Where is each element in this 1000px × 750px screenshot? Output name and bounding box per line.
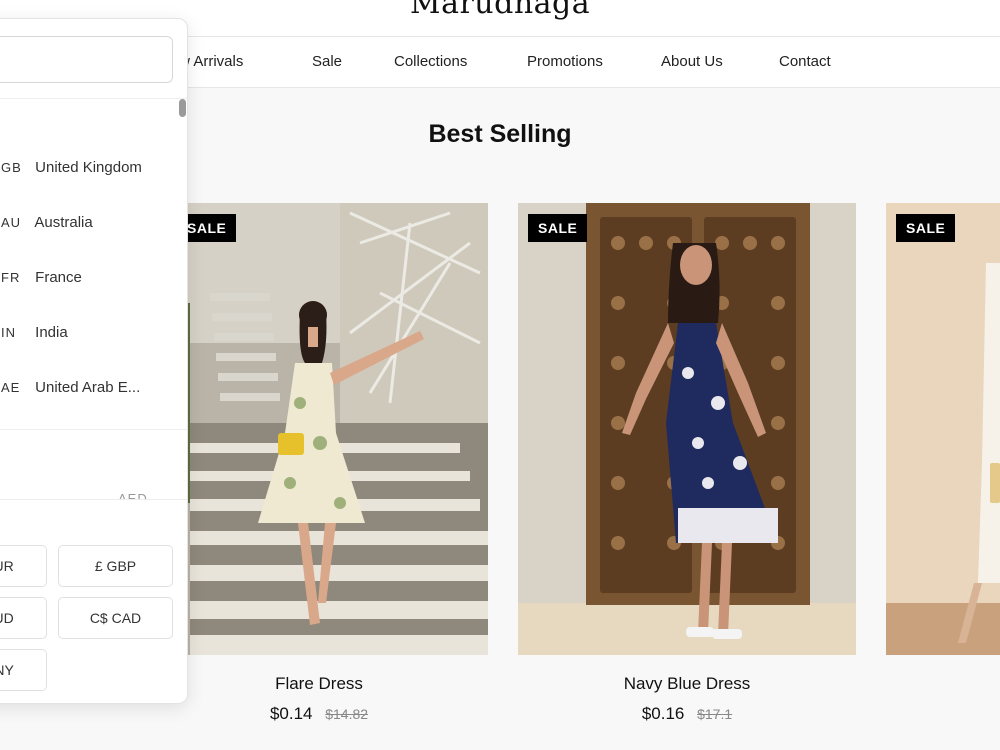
product-name[interactable]: Flare Dress bbox=[150, 674, 488, 694]
country-option-in[interactable]: IN India bbox=[1, 324, 68, 346]
currency-option-cny[interactable]: CNY bbox=[0, 649, 47, 691]
country-code: AE bbox=[1, 380, 21, 395]
country-option-fr[interactable]: FR France bbox=[1, 269, 82, 291]
currency-option-cad[interactable]: C$ CAD bbox=[58, 597, 173, 639]
product-image[interactable] bbox=[886, 203, 1000, 655]
sale-badge: SALE bbox=[528, 214, 588, 242]
country-option-gb[interactable]: GB United Kingdom bbox=[1, 159, 142, 181]
country-code: IN bbox=[1, 325, 16, 340]
nav-contact[interactable]: Contact bbox=[779, 53, 831, 70]
country-code: AU bbox=[1, 215, 22, 230]
product-image-flare-dress[interactable] bbox=[150, 203, 488, 655]
country-currency-popup: GB United Kingdom AU Australia FR France… bbox=[0, 18, 188, 704]
currency-grid: EUR £ GBP AUD C$ CAD CNY bbox=[0, 499, 187, 703]
nav-promotions[interactable]: Promotions bbox=[527, 53, 603, 70]
product-price: $0.16 bbox=[641, 704, 685, 723]
country-code: FR bbox=[1, 270, 21, 285]
country-name: India bbox=[35, 324, 68, 341]
country-name: France bbox=[35, 269, 82, 286]
nav-about-us[interactable]: About Us bbox=[661, 53, 723, 70]
product-prices: $0.14 $14.82 bbox=[150, 704, 488, 724]
product-price: $0.14 bbox=[269, 704, 313, 723]
nav-collections[interactable]: Collections bbox=[394, 53, 467, 70]
country-option-au[interactable]: AU Australia bbox=[1, 214, 93, 236]
currency-option-aud[interactable]: AUD bbox=[0, 597, 47, 639]
popup-divider bbox=[0, 98, 187, 99]
currency-option-eur[interactable]: EUR bbox=[0, 545, 47, 587]
country-name: United Arab E... bbox=[35, 379, 141, 396]
product-name[interactable]: Navy Blue Dress bbox=[518, 674, 856, 694]
sale-badge: SALE bbox=[896, 214, 956, 242]
product-old-price: $17.1 bbox=[697, 706, 733, 722]
currency-option-gbp[interactable]: £ GBP bbox=[58, 545, 173, 587]
product-old-price: $14.82 bbox=[325, 706, 369, 722]
country-search-input[interactable] bbox=[0, 36, 173, 83]
country-name: United Kingdom bbox=[35, 159, 142, 176]
country-code: GB bbox=[1, 160, 22, 175]
popup-divider bbox=[0, 429, 187, 430]
country-option-ae[interactable]: AE United Arab E... bbox=[1, 379, 140, 401]
product-prices: $0.16 $17.1 bbox=[518, 704, 856, 724]
product-image-navy-blue-dress[interactable] bbox=[518, 203, 856, 655]
country-list-scrollbar[interactable] bbox=[179, 99, 186, 117]
nav-sale[interactable]: Sale bbox=[312, 53, 342, 70]
country-name: Australia bbox=[34, 214, 93, 231]
